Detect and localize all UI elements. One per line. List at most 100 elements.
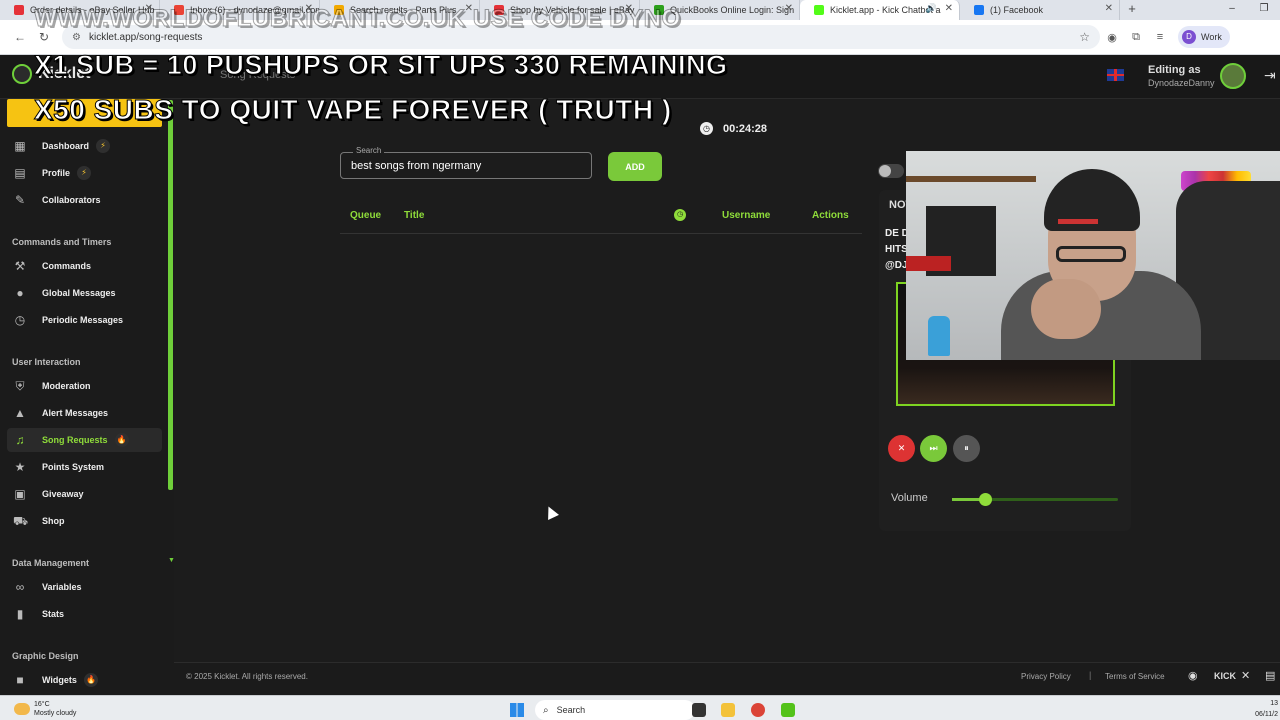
shield-icon: ⛨ [15, 379, 25, 393]
overlay-vape-text: X50 SUBS TO QUIT VAPE FOREVER ( TRUTH ) [34, 94, 672, 126]
privacy-policy-link[interactable]: Privacy Policy [1021, 672, 1071, 681]
warning-icon: ▲ [14, 406, 26, 420]
close-tab-icon[interactable]: ✕ [945, 3, 953, 14]
profile-avatar: D [1182, 30, 1196, 44]
browser-tab-active[interactable]: Kicklet.app - Kick Chatbot a 🔊 ✕ [800, 0, 960, 20]
sidebar-item-moderation[interactable]: ⛨ Moderation [7, 374, 162, 398]
col-queue[interactable]: Queue [350, 210, 381, 221]
sidebar-item-alert-messages[interactable]: ▲ Alert Messages [7, 401, 162, 425]
discord-icon[interactable]: ◉ [1188, 669, 1198, 682]
webcam-glasses [1056, 246, 1126, 262]
file-explorer-icon[interactable] [721, 703, 735, 717]
add-song-button[interactable]: ADD [608, 152, 662, 181]
site-info-icon[interactable]: ⚙ [72, 32, 81, 43]
sidebar-scrollbar[interactable] [168, 100, 173, 490]
video-icon: ■ [16, 673, 24, 687]
user-avatar[interactable] [1220, 63, 1246, 89]
extensions-puzzle-icon[interactable]: ⧉ [1124, 31, 1148, 44]
x-twitter-icon[interactable]: ✕ [1241, 669, 1250, 682]
media-control-icon[interactable]: ≡ [1148, 31, 1172, 43]
extension-icon[interactable]: ◉ [1100, 31, 1124, 44]
link-icon: ∞ [15, 580, 25, 594]
minimize-icon[interactable]: – [1216, 0, 1248, 20]
weather-cloud-icon [14, 703, 30, 715]
profile-icon: ▤ [14, 166, 26, 180]
chart-icon: ▮ [16, 607, 24, 621]
scroll-down-icon[interactable]: ▼ [168, 557, 175, 564]
facebook-favicon-icon [974, 5, 984, 15]
close-tab-icon[interactable]: ✕ [785, 3, 793, 14]
chrome-icon[interactable] [751, 703, 765, 717]
sidebar-item-widgets[interactable]: ■ Widgets 🔥 [7, 668, 162, 692]
autoplay-toggle[interactable] [878, 164, 904, 178]
kick-icon[interactable]: KICK [1214, 671, 1236, 681]
system-clock[interactable]: 13 06/11/2 [1238, 698, 1278, 720]
webcam-red-box [906, 256, 951, 271]
clock-icon: ◷ [700, 122, 713, 135]
taskbar-search[interactable]: ⌕ Search [535, 700, 695, 720]
collaborators-icon: ✎ [14, 193, 26, 207]
uk-flag-icon[interactable] [1107, 69, 1124, 81]
col-username[interactable]: Username [722, 210, 770, 221]
sidebar-item-giveaway[interactable]: ▣ Giveaway [7, 482, 162, 506]
sidebar-item-points-system[interactable]: ★ Points System [7, 455, 162, 479]
sidebar-item-global-messages[interactable]: ● Global Messages [7, 281, 162, 305]
volume-label: Volume [891, 492, 928, 504]
footer-separator: | [1089, 670, 1092, 680]
windows-start-icon[interactable] [510, 703, 524, 717]
sidebar-item-periodic-messages[interactable]: ◷ Periodic Messages [7, 308, 162, 332]
sidebar-item-shop[interactable]: ⛟ Shop [7, 509, 162, 533]
bolt-badge-icon: ⚡ [77, 166, 92, 180]
webcam-beanie-band [1058, 219, 1098, 224]
section-graphic-design: Graphic Design [12, 651, 79, 661]
col-title[interactable]: Title [404, 210, 424, 221]
sidebar-item-commands[interactable]: ⚒ Commands [7, 254, 162, 278]
logout-icon[interactable]: ⇥ [1264, 67, 1276, 84]
webcam-bottle [928, 316, 950, 356]
dashboard-icon: ▦ [14, 139, 26, 153]
weather-widget[interactable]: 16°C Mostly cloudy [14, 700, 76, 718]
document-icon[interactable]: ▤ [1265, 669, 1275, 682]
terms-of-service-link[interactable]: Terms of Service [1105, 672, 1165, 681]
sidebar-item-profile[interactable]: ▤ Profile ⚡ [7, 161, 162, 185]
speaker-icon[interactable]: 🔊 [926, 3, 937, 14]
overlay-pushups-text: X1 SUB = 10 PUSHUPS OR SIT UPS 330 REMAI… [33, 50, 728, 81]
song-search-input[interactable] [341, 153, 591, 178]
new-tab-button[interactable]: + [1120, 0, 1144, 20]
ebay-favicon-icon [14, 5, 24, 15]
fire-badge-icon: 🔥 [83, 673, 98, 687]
webcam-hand [1031, 279, 1101, 339]
song-search-field[interactable]: Search [340, 146, 592, 179]
close-tab-icon[interactable]: ✕ [1105, 3, 1113, 14]
profile-button[interactable]: D Work [1178, 26, 1230, 48]
mouse-cursor [543, 504, 559, 520]
search-icon: ⌕ [543, 704, 549, 716]
star-icon: ★ [14, 460, 26, 474]
hammer-icon: ⚒ [14, 259, 26, 273]
sidebar-item-variables[interactable]: ∞ Variables [7, 575, 162, 599]
queue-table-header: Queue Title ◷ Username Actions [340, 202, 862, 234]
task-view-icon[interactable] [692, 703, 706, 717]
fire-badge-icon: 🔥 [114, 433, 129, 447]
bookmark-star-icon[interactable]: ☆ [1079, 30, 1090, 44]
section-data-management: Data Management [12, 558, 90, 568]
stop-song-button[interactable]: ✕ [888, 435, 915, 462]
cart-icon: ⛟ [13, 514, 29, 528]
sidebar-item-stats[interactable]: ▮ Stats [7, 602, 162, 626]
chat-icon: ● [16, 286, 24, 300]
skip-song-button[interactable]: ⏭ [920, 435, 947, 462]
sidebar-item-song-requests[interactable]: ♫ Song Requests 🔥 [7, 428, 162, 452]
section-commands-and-timers: Commands and Timers [12, 237, 112, 247]
back-icon[interactable]: ← [8, 30, 32, 44]
sidebar-item-dashboard[interactable]: ▦ Dashboard ⚡ [7, 134, 162, 158]
section-user-interaction: User Interaction [12, 357, 81, 367]
sidebar-item-collaborators[interactable]: ✎ Collaborators [7, 188, 162, 212]
kicklet-favicon-icon [814, 5, 824, 15]
maximize-icon[interactable]: ❐ [1248, 0, 1280, 20]
logo-icon [12, 64, 32, 84]
pause-song-button[interactable]: ⏸ [953, 435, 980, 462]
app-icon[interactable] [781, 703, 795, 717]
music-icon: ♫ [15, 433, 25, 447]
song-timer: ◷ 00:24:28 [700, 122, 767, 135]
browser-tab[interactable]: (1) Facebook ✕ [960, 0, 1120, 20]
